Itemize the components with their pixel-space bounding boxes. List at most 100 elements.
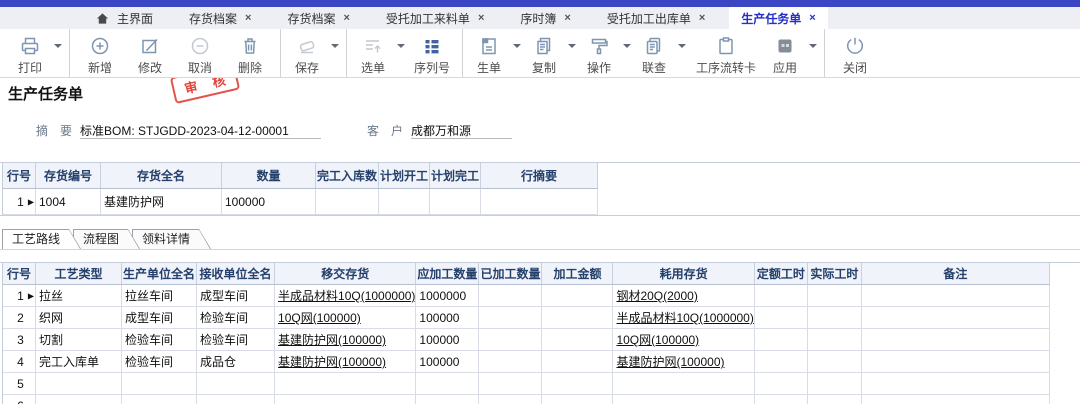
grid-cell-move-stock-link[interactable]: 基建防护网(100000)	[275, 329, 416, 351]
grid-cell-actual-hours[interactable]	[808, 307, 862, 329]
grid-cell-done-qty[interactable]	[479, 285, 542, 307]
grid-cell-move-stock[interactable]	[275, 373, 416, 395]
grid-cell-done-qty[interactable]	[479, 351, 542, 373]
grid-cell-plan-start[interactable]	[379, 189, 430, 215]
row-header[interactable]: 6	[3, 395, 36, 404]
grid-cell-note[interactable]	[862, 285, 1050, 307]
column-header[interactable]: 计划完工	[430, 163, 481, 189]
subtab-flow-chart[interactable]: 流程图	[73, 229, 140, 249]
subtab-process-route[interactable]: 工艺路线	[2, 229, 81, 249]
grid-cell-move-qty[interactable]: 100000	[416, 307, 479, 329]
close-icon[interactable]: ×	[245, 13, 251, 24]
grid-cell-quota-hours[interactable]	[755, 373, 808, 395]
grid-cell-done-qty[interactable]	[479, 395, 542, 404]
operate-button[interactable]: 操作	[578, 31, 620, 75]
grid-cell-move-qty[interactable]: 100000	[416, 351, 479, 373]
column-header[interactable]: 工艺类型	[36, 263, 122, 285]
grid-cell-actual-hours[interactable]	[808, 395, 862, 404]
grid-cell-actual-hours[interactable]	[808, 285, 862, 307]
cancel-button[interactable]: 取消	[175, 31, 225, 75]
grid-cell-note[interactable]	[862, 307, 1050, 329]
column-header[interactable]: 定额工时	[755, 263, 808, 285]
grid-cell-quota-hours[interactable]	[755, 329, 808, 351]
grid-cell-prod-unit[interactable]: 拉丝车间	[122, 285, 197, 307]
grid-cell-type[interactable]	[36, 395, 122, 404]
grid-cell-recv-unit[interactable]	[197, 395, 275, 404]
add-button[interactable]: 新增	[75, 31, 125, 75]
copy-button[interactable]: 复制	[523, 31, 565, 75]
close-icon[interactable]: ×	[699, 13, 705, 24]
grid-cell-amount[interactable]	[542, 395, 613, 404]
close-icon[interactable]: ×	[478, 13, 484, 24]
apply-button[interactable]: 应用	[764, 31, 806, 75]
pick-order-button[interactable]: 选单	[352, 31, 394, 75]
column-header[interactable]: 已加工数量	[479, 263, 542, 285]
print-dropdown-caret[interactable]	[51, 31, 64, 75]
grid-cell-done-qty[interactable]	[479, 373, 542, 395]
save-button[interactable]: 保存	[286, 31, 328, 75]
close-icon[interactable]: ×	[809, 13, 815, 24]
grid-cell-consume-stock[interactable]	[613, 373, 754, 395]
tab-production-order[interactable]: 生产任务单 ×	[729, 7, 827, 29]
operate-dropdown-caret[interactable]	[620, 31, 633, 75]
row-header[interactable]: 5	[3, 373, 36, 395]
grid-cell-amount[interactable]	[542, 285, 613, 307]
column-header[interactable]: 耗用存货	[613, 263, 754, 285]
grid-cell-consume-stock-link[interactable]: 半成品材料10Q(1000000)	[613, 307, 754, 329]
grid-cell-type[interactable]: 切割	[36, 329, 122, 351]
grid-cell-done-qty[interactable]	[316, 189, 379, 215]
grid-cell-note[interactable]	[862, 351, 1050, 373]
column-header[interactable]: 实际工时	[808, 263, 862, 285]
grid-cell-consume-stock[interactable]	[613, 395, 754, 404]
copy-dropdown-caret[interactable]	[565, 31, 578, 75]
grid-cell-name[interactable]: 基建防护网	[101, 189, 222, 215]
column-header[interactable]: 接收单位全名	[197, 263, 275, 285]
grid-cell-type[interactable]: 完工入库单	[36, 351, 122, 373]
column-header[interactable]: 应加工数量	[416, 263, 479, 285]
grid-cell-type[interactable]	[36, 373, 122, 395]
grid-cell-code[interactable]: 1004	[36, 189, 101, 215]
row-header[interactable]: 1▶	[3, 189, 36, 215]
grid-cell-move-qty[interactable]: 100000	[416, 329, 479, 351]
apply-dropdown-caret[interactable]	[806, 31, 819, 75]
tab-consigned-incoming[interactable]: 受托加工来料单 ×	[374, 7, 496, 29]
grid-cell-actual-hours[interactable]	[808, 351, 862, 373]
column-header[interactable]: 存货全名	[101, 163, 222, 189]
grid-cell-consume-stock-link[interactable]: 基建防护网(100000)	[613, 351, 754, 373]
grid-cell-amount[interactable]	[542, 373, 613, 395]
grid-cell-qty[interactable]: 100000	[222, 189, 316, 215]
modify-button[interactable]: 修改	[125, 31, 175, 75]
link-query-button[interactable]: 联查	[633, 31, 675, 75]
print-button[interactable]: 打印	[9, 31, 51, 75]
grid-cell-prod-unit[interactable]: 成型车间	[122, 307, 197, 329]
grid-cell-move-stock-link[interactable]: 10Q网(100000)	[275, 307, 416, 329]
grid-cell-amount[interactable]	[542, 329, 613, 351]
column-header[interactable]: 行摘要	[481, 163, 598, 189]
grid-cell-move-qty[interactable]	[416, 373, 479, 395]
grid-cell-note[interactable]	[862, 329, 1050, 351]
column-header[interactable]: 备注	[862, 263, 1050, 285]
column-header[interactable]: 完工入库数	[316, 163, 379, 189]
grid-cell-recv-unit[interactable]: 成型车间	[197, 285, 275, 307]
grid-cell-note[interactable]	[481, 189, 598, 215]
column-header[interactable]: 移交存货	[275, 263, 416, 285]
grid-cell-move-qty[interactable]: 1000000	[416, 285, 479, 307]
grid-cell-recv-unit[interactable]: 成品仓	[197, 351, 275, 373]
tab-inventory-archive-2[interactable]: 存货档案 ×	[275, 7, 361, 29]
grid-cell-consume-stock-link[interactable]: 钢材20Q(2000)	[613, 285, 754, 307]
grid-cell-prod-unit[interactable]	[122, 373, 197, 395]
grid-cell-quota-hours[interactable]	[755, 307, 808, 329]
grid-cell-type[interactable]: 织网	[36, 307, 122, 329]
grid-cell-recv-unit[interactable]	[197, 373, 275, 395]
column-header[interactable]: 存货编号	[36, 163, 101, 189]
grid-cell-plan-finish[interactable]	[430, 189, 481, 215]
tab-journal[interactable]: 序时簿 ×	[508, 7, 582, 29]
tab-home[interactable]: 主界面	[84, 7, 165, 29]
save-dropdown-caret[interactable]	[328, 31, 341, 75]
grid-cell-recv-unit[interactable]: 检验车间	[197, 329, 275, 351]
close-icon[interactable]: ×	[343, 13, 349, 24]
close-window-button[interactable]: 关闭	[830, 31, 880, 75]
route-card-button[interactable]: 工序流转卡	[688, 31, 764, 75]
customer-field[interactable]: 成都万和源	[411, 122, 512, 139]
grid-cell-note[interactable]	[862, 373, 1050, 395]
